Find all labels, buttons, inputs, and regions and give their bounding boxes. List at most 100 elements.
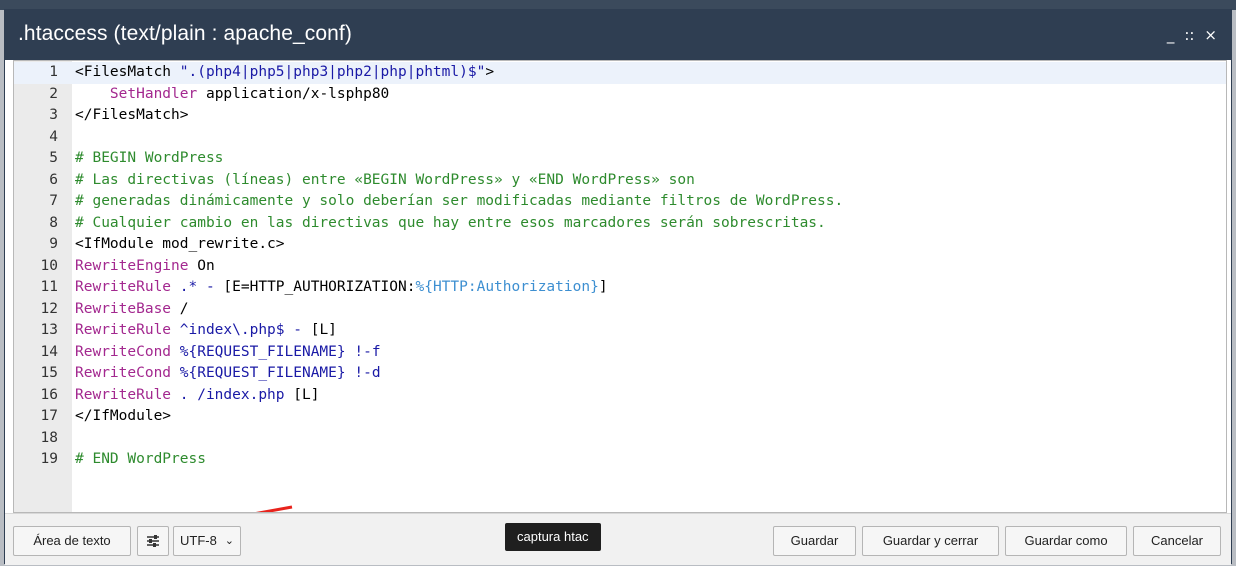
dialog-title: .htaccess (text/plain : apache_conf) xyxy=(18,22,352,45)
line-number: 2 xyxy=(49,85,58,102)
line-number: 10 xyxy=(40,257,58,274)
red-arrow-annotation xyxy=(255,505,293,512)
code-token: # Las directivas (líneas) entre «BEGIN W… xyxy=(75,171,695,188)
code-token: <IfModule mod_rewrite.c> xyxy=(75,236,285,252)
minimize-icon[interactable]: _ xyxy=(1167,26,1175,44)
encoding-select[interactable]: UTF-8 ⌄ xyxy=(173,526,241,556)
code-text: </FilesMatch> xyxy=(75,105,189,127)
code-line[interactable]: 9 <IfModule mod_rewrite.c> xyxy=(14,234,1226,256)
line-number: 8 xyxy=(49,214,58,231)
code-token: > xyxy=(485,64,495,80)
code-text: # BEGIN WordPress xyxy=(75,148,223,170)
code-text: RewriteRule . /index.php [L] xyxy=(75,385,319,407)
line-number: 11 xyxy=(40,279,58,295)
editor-footer: Área de texto UTF-8 ⌄ captura htac Guard… xyxy=(5,513,1231,565)
code-token: %{REQUEST_FILENAME} !-d xyxy=(171,365,381,381)
code-token: On xyxy=(188,257,215,274)
code-line[interactable]: 11 RewriteRule .* - [E=HTTP_AUTHORIZATION… xyxy=(14,277,1226,299)
code-line[interactable]: 14 RewriteCond %{REQUEST_FILENAME} !-f xyxy=(14,342,1226,364)
code-token: . /index.php xyxy=(171,386,294,403)
window-controls: _ :: × xyxy=(1167,26,1217,44)
code-token: ] xyxy=(598,279,608,295)
code-line[interactable]: 6 # Las directivas (líneas) entre «BEGIN … xyxy=(14,170,1226,192)
code-text: RewriteBase / xyxy=(75,299,189,321)
tooltip: captura htac xyxy=(505,523,601,551)
line-number: 5 xyxy=(49,150,58,166)
line-number: 18 xyxy=(40,429,58,446)
code-editor[interactable]: 1 <FilesMatch ".(php4|php5|php3|php2|php|… xyxy=(13,60,1227,513)
code-token: [L] xyxy=(293,386,320,403)
code-line[interactable]: 8 # Cualquier cambio en las directivas qu… xyxy=(14,213,1226,235)
encoding-value: UTF-8 xyxy=(180,533,217,548)
line-number: 17 xyxy=(40,408,58,424)
save-and-close-button[interactable]: Guardar y cerrar xyxy=(862,526,999,556)
code-token: .* - xyxy=(171,279,224,295)
line-number: 12 xyxy=(40,300,58,317)
close-icon[interactable]: × xyxy=(1204,26,1217,44)
code-token: RewriteRule xyxy=(75,386,172,403)
line-number: 9 xyxy=(49,236,58,252)
cancel-button[interactable]: Cancelar xyxy=(1133,526,1221,556)
code-line[interactable]: 4 xyxy=(14,127,1226,149)
code-token: [L] xyxy=(310,322,337,338)
line-number: 6 xyxy=(49,171,58,188)
code-token: </FilesMatch> xyxy=(75,107,189,123)
code-token: RewriteBase xyxy=(75,300,172,317)
line-number: 13 xyxy=(40,322,58,338)
code-text: RewriteCond %{REQUEST_FILENAME} !-f xyxy=(75,342,381,364)
code-line[interactable]: 18 xyxy=(14,428,1226,450)
code-token: # BEGIN WordPress xyxy=(75,150,224,166)
code-token: <FilesMatch xyxy=(75,64,180,80)
code-token: # generadas dinámicamente y solo debería… xyxy=(75,193,844,209)
code-text: SetHandler application/x-lsphp80 xyxy=(75,84,389,106)
code-line[interactable]: 10 RewriteEngine On xyxy=(14,256,1226,278)
line-number: 15 xyxy=(40,365,58,381)
code-token: </IfModule> xyxy=(75,408,172,424)
code-token: SetHandler xyxy=(109,85,198,102)
line-number: 4 xyxy=(49,128,58,145)
code-token: RewriteRule xyxy=(75,322,172,338)
code-text: RewriteEngine On xyxy=(75,256,215,278)
code-line[interactable]: 3 </FilesMatch> xyxy=(14,105,1226,127)
code-token: # Cualquier cambio en las directivas que… xyxy=(75,214,826,231)
code-token: # END WordPress xyxy=(75,451,206,467)
code-text: <IfModule mod_rewrite.c> xyxy=(75,234,285,256)
code-text: # Las directivas (líneas) entre «BEGIN W… xyxy=(75,170,695,192)
sliders-icon xyxy=(147,535,159,547)
line-number: 7 xyxy=(49,193,58,209)
code-token: application/x-lsphp80 xyxy=(197,85,390,102)
code-token: ^index\.php$ - xyxy=(171,322,311,338)
code-text: # Cualquier cambio en las directivas que… xyxy=(75,213,826,235)
textarea-mode-button[interactable]: Área de texto xyxy=(13,526,131,556)
dialog-titlebar[interactable]: .htaccess (text/plain : apache_conf) _ :… xyxy=(5,10,1231,60)
code-token: %{HTTP:Authorization} xyxy=(415,279,599,295)
code-text: RewriteRule .* - [E=HTTP_AUTHORIZATION:%… xyxy=(75,277,608,299)
code-token: RewriteRule xyxy=(75,279,172,295)
code-token: / xyxy=(171,300,189,317)
htaccess-editor-dialog: .htaccess (text/plain : apache_conf) _ :… xyxy=(4,9,1232,565)
code-line[interactable]: 16 RewriteRule . /index.php [L] xyxy=(14,385,1226,407)
code-text: RewriteCond %{REQUEST_FILENAME} !-d xyxy=(75,363,381,385)
code-line[interactable]: 12 RewriteBase / xyxy=(14,299,1226,321)
code-line[interactable]: 1 <FilesMatch ".(php4|php5|php3|php2|php|… xyxy=(14,62,1226,84)
code-line[interactable]: 5 # BEGIN WordPress xyxy=(14,148,1226,170)
settings-sliders-button[interactable] xyxy=(137,526,169,556)
code-lines: 1 <FilesMatch ".(php4|php5|php3|php2|php|… xyxy=(14,62,1226,471)
code-token: RewriteCond xyxy=(75,365,172,381)
code-line[interactable]: 2 SetHandler application/x-lsphp80 xyxy=(14,84,1226,106)
line-number: 1 xyxy=(49,64,58,80)
line-number: 14 xyxy=(40,343,58,360)
code-token: [E=HTTP_AUTHORIZATION: xyxy=(223,279,416,295)
chevron-down-icon: ⌄ xyxy=(224,535,234,547)
line-number: 16 xyxy=(40,386,58,403)
code-line[interactable]: 15 RewriteCond %{REQUEST_FILENAME} !-d xyxy=(14,363,1226,385)
code-line[interactable]: 7 # generadas dinámicamente y solo deberí… xyxy=(14,191,1226,213)
save-button[interactable]: Guardar xyxy=(773,526,856,556)
line-number: 3 xyxy=(49,107,58,123)
code-line[interactable]: 17 </IfModule> xyxy=(14,406,1226,428)
maximize-icon[interactable]: :: xyxy=(1184,26,1194,44)
code-token: RewriteCond xyxy=(75,343,172,360)
code-line[interactable]: 19 # END WordPress xyxy=(14,449,1226,471)
save-as-button[interactable]: Guardar como xyxy=(1005,526,1127,556)
code-line[interactable]: 13 RewriteRule ^index\.php$ - [L] xyxy=(14,320,1226,342)
